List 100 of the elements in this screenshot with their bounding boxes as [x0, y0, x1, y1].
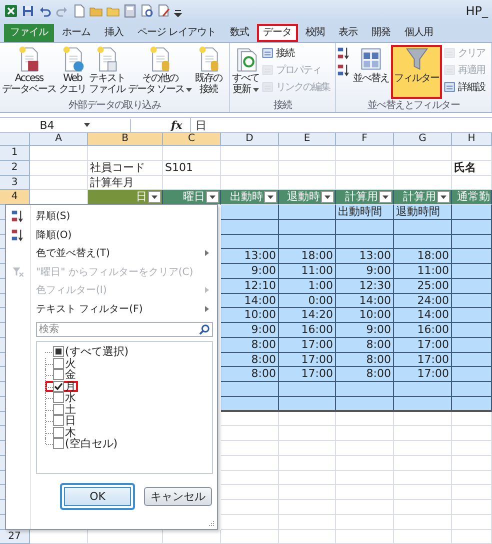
table-cell	[452, 338, 492, 352]
table-cell	[336, 412, 394, 426]
checkbox[interactable]	[53, 404, 64, 415]
ribbon-button[interactable]	[337, 62, 351, 77]
table-cell	[221, 500, 279, 515]
ribbon-tab[interactable]: 表示	[332, 24, 364, 42]
table-cell	[336, 382, 394, 397]
name-box[interactable]: B4	[0, 118, 131, 132]
column-header[interactable]: G	[394, 133, 452, 145]
function-label[interactable]: fx	[131, 118, 190, 132]
filter-dropdown-icon[interactable]	[321, 191, 334, 204]
column-header[interactable]: F	[336, 133, 394, 145]
table-cell	[452, 412, 492, 426]
row-header[interactable]: 27	[0, 530, 30, 544]
column-header[interactable]: H	[452, 133, 492, 145]
ribbon-button[interactable]	[337, 45, 351, 60]
checkbox[interactable]	[53, 415, 64, 426]
ribbon-button[interactable]: 接続	[261, 45, 330, 60]
command-icon	[261, 62, 275, 76]
table-cell	[452, 426, 492, 441]
table-cell	[394, 441, 452, 456]
group-label: 並べ替えとフィルター	[366, 99, 461, 112]
ribbon-tab[interactable]: ページ レイアウト	[132, 24, 222, 42]
menu-item[interactable]: 色で並べ替え(T)	[6, 244, 217, 262]
ribbon-button[interactable]: 並べ替え	[352, 45, 390, 99]
filter-dropdown-icon[interactable]	[437, 191, 450, 204]
command-icon	[443, 46, 457, 60]
column-header[interactable]: D	[221, 133, 279, 145]
table-cell	[336, 500, 394, 515]
value-item[interactable]: (すべて選択)	[45, 346, 131, 358]
app-icon[interactable]	[4, 4, 18, 18]
value-item[interactable]: 日	[45, 415, 78, 426]
menu-item[interactable]: 昇順(S)	[6, 207, 217, 226]
column-header[interactable]: B	[88, 133, 163, 145]
ribbon-tab[interactable]: 個人用	[398, 24, 440, 42]
ribbon-button[interactable]: 既存の 接続	[194, 45, 224, 99]
table-cell	[452, 278, 492, 294]
ribbon-tab[interactable]: 挿入	[98, 24, 130, 42]
group-label: 外部データの取り込み	[67, 99, 162, 112]
table-cell	[394, 456, 452, 470]
ribbon-button[interactable]: Web クエリ	[58, 45, 87, 99]
ok-button[interactable]: OK	[60, 483, 135, 510]
value-item[interactable]: (空白セル)	[45, 438, 120, 450]
checkbox[interactable]	[53, 380, 64, 392]
sort-descending-icon	[11, 228, 25, 242]
value-item[interactable]: 土	[45, 404, 78, 415]
value-item[interactable]: 木	[45, 426, 78, 438]
print-preview-icon[interactable]	[140, 4, 154, 18]
ribbon-button[interactable]: Access データベース	[1, 45, 57, 99]
row-header[interactable]: 4	[0, 190, 30, 205]
value-item[interactable]: 月	[45, 380, 78, 392]
column-header[interactable]: E	[279, 133, 336, 145]
filter-dropdown-icon[interactable]	[206, 191, 219, 204]
checkbox[interactable]	[53, 358, 64, 369]
table-cell: 10:00	[221, 308, 279, 323]
ribbon-button[interactable]: その他の データ ソース	[127, 45, 194, 99]
table-cell	[279, 456, 336, 470]
row-header[interactable]: 1	[0, 146, 30, 161]
filter-dropdown-icon[interactable]	[379, 191, 392, 204]
ribbon-button[interactable]: すべて 更新	[231, 45, 260, 99]
table-cell	[279, 441, 336, 456]
menu-item[interactable]: テキスト フィルター(F)	[6, 300, 217, 318]
row-header[interactable]: 3	[0, 176, 30, 190]
checkbox[interactable]	[53, 369, 64, 380]
table-cell	[452, 220, 492, 234]
table-cell	[452, 456, 492, 470]
filter-button[interactable]: フィルター	[391, 45, 442, 99]
document-tool-icon[interactable]	[157, 4, 171, 18]
value-item[interactable]: 金	[45, 369, 78, 380]
ribbon-tab[interactable]: 校閲	[300, 24, 331, 42]
resize-grip-icon[interactable]	[207, 519, 215, 527]
ribbon-tab[interactable]: ファイル	[4, 24, 54, 42]
table-cell	[336, 530, 394, 544]
search-field[interactable]: 検索	[36, 322, 213, 337]
checkbox[interactable]	[53, 426, 64, 438]
checkbox[interactable]	[53, 392, 64, 404]
value-item[interactable]: 水	[45, 392, 78, 404]
menu-item[interactable]: 降順(O)	[6, 226, 217, 244]
column-header[interactable]: C	[163, 133, 221, 145]
table-cell	[279, 426, 336, 441]
ribbon-tab[interactable]: ホーム	[56, 24, 96, 42]
checkbox[interactable]	[53, 438, 64, 450]
ribbon-button[interactable]: テキスト ファイル	[88, 45, 126, 99]
sort-descending-icon	[337, 62, 351, 76]
ribbon-tab[interactable]: 開発	[366, 24, 397, 42]
table-cell	[452, 234, 492, 250]
checkbox[interactable]	[53, 346, 64, 358]
value-item[interactable]: 火	[45, 358, 78, 369]
table-cell: 17:00	[394, 367, 452, 382]
ribbon-tab[interactable]: 数式	[224, 24, 256, 42]
new-document-icon[interactable]	[72, 4, 86, 18]
filter-dropdown-icon[interactable]	[264, 191, 277, 204]
save-icon[interactable]	[21, 4, 35, 18]
cancel-button[interactable]: キャンセル	[144, 487, 212, 506]
calculator-icon[interactable]	[123, 4, 137, 18]
filter-dropdown-icon[interactable]	[148, 191, 161, 204]
ribbon-button[interactable]: 詳細設	[443, 79, 485, 94]
ribbon-tab[interactable]: データ	[257, 24, 298, 42]
row-header[interactable]: 2	[0, 160, 30, 176]
table-cell	[279, 470, 336, 486]
